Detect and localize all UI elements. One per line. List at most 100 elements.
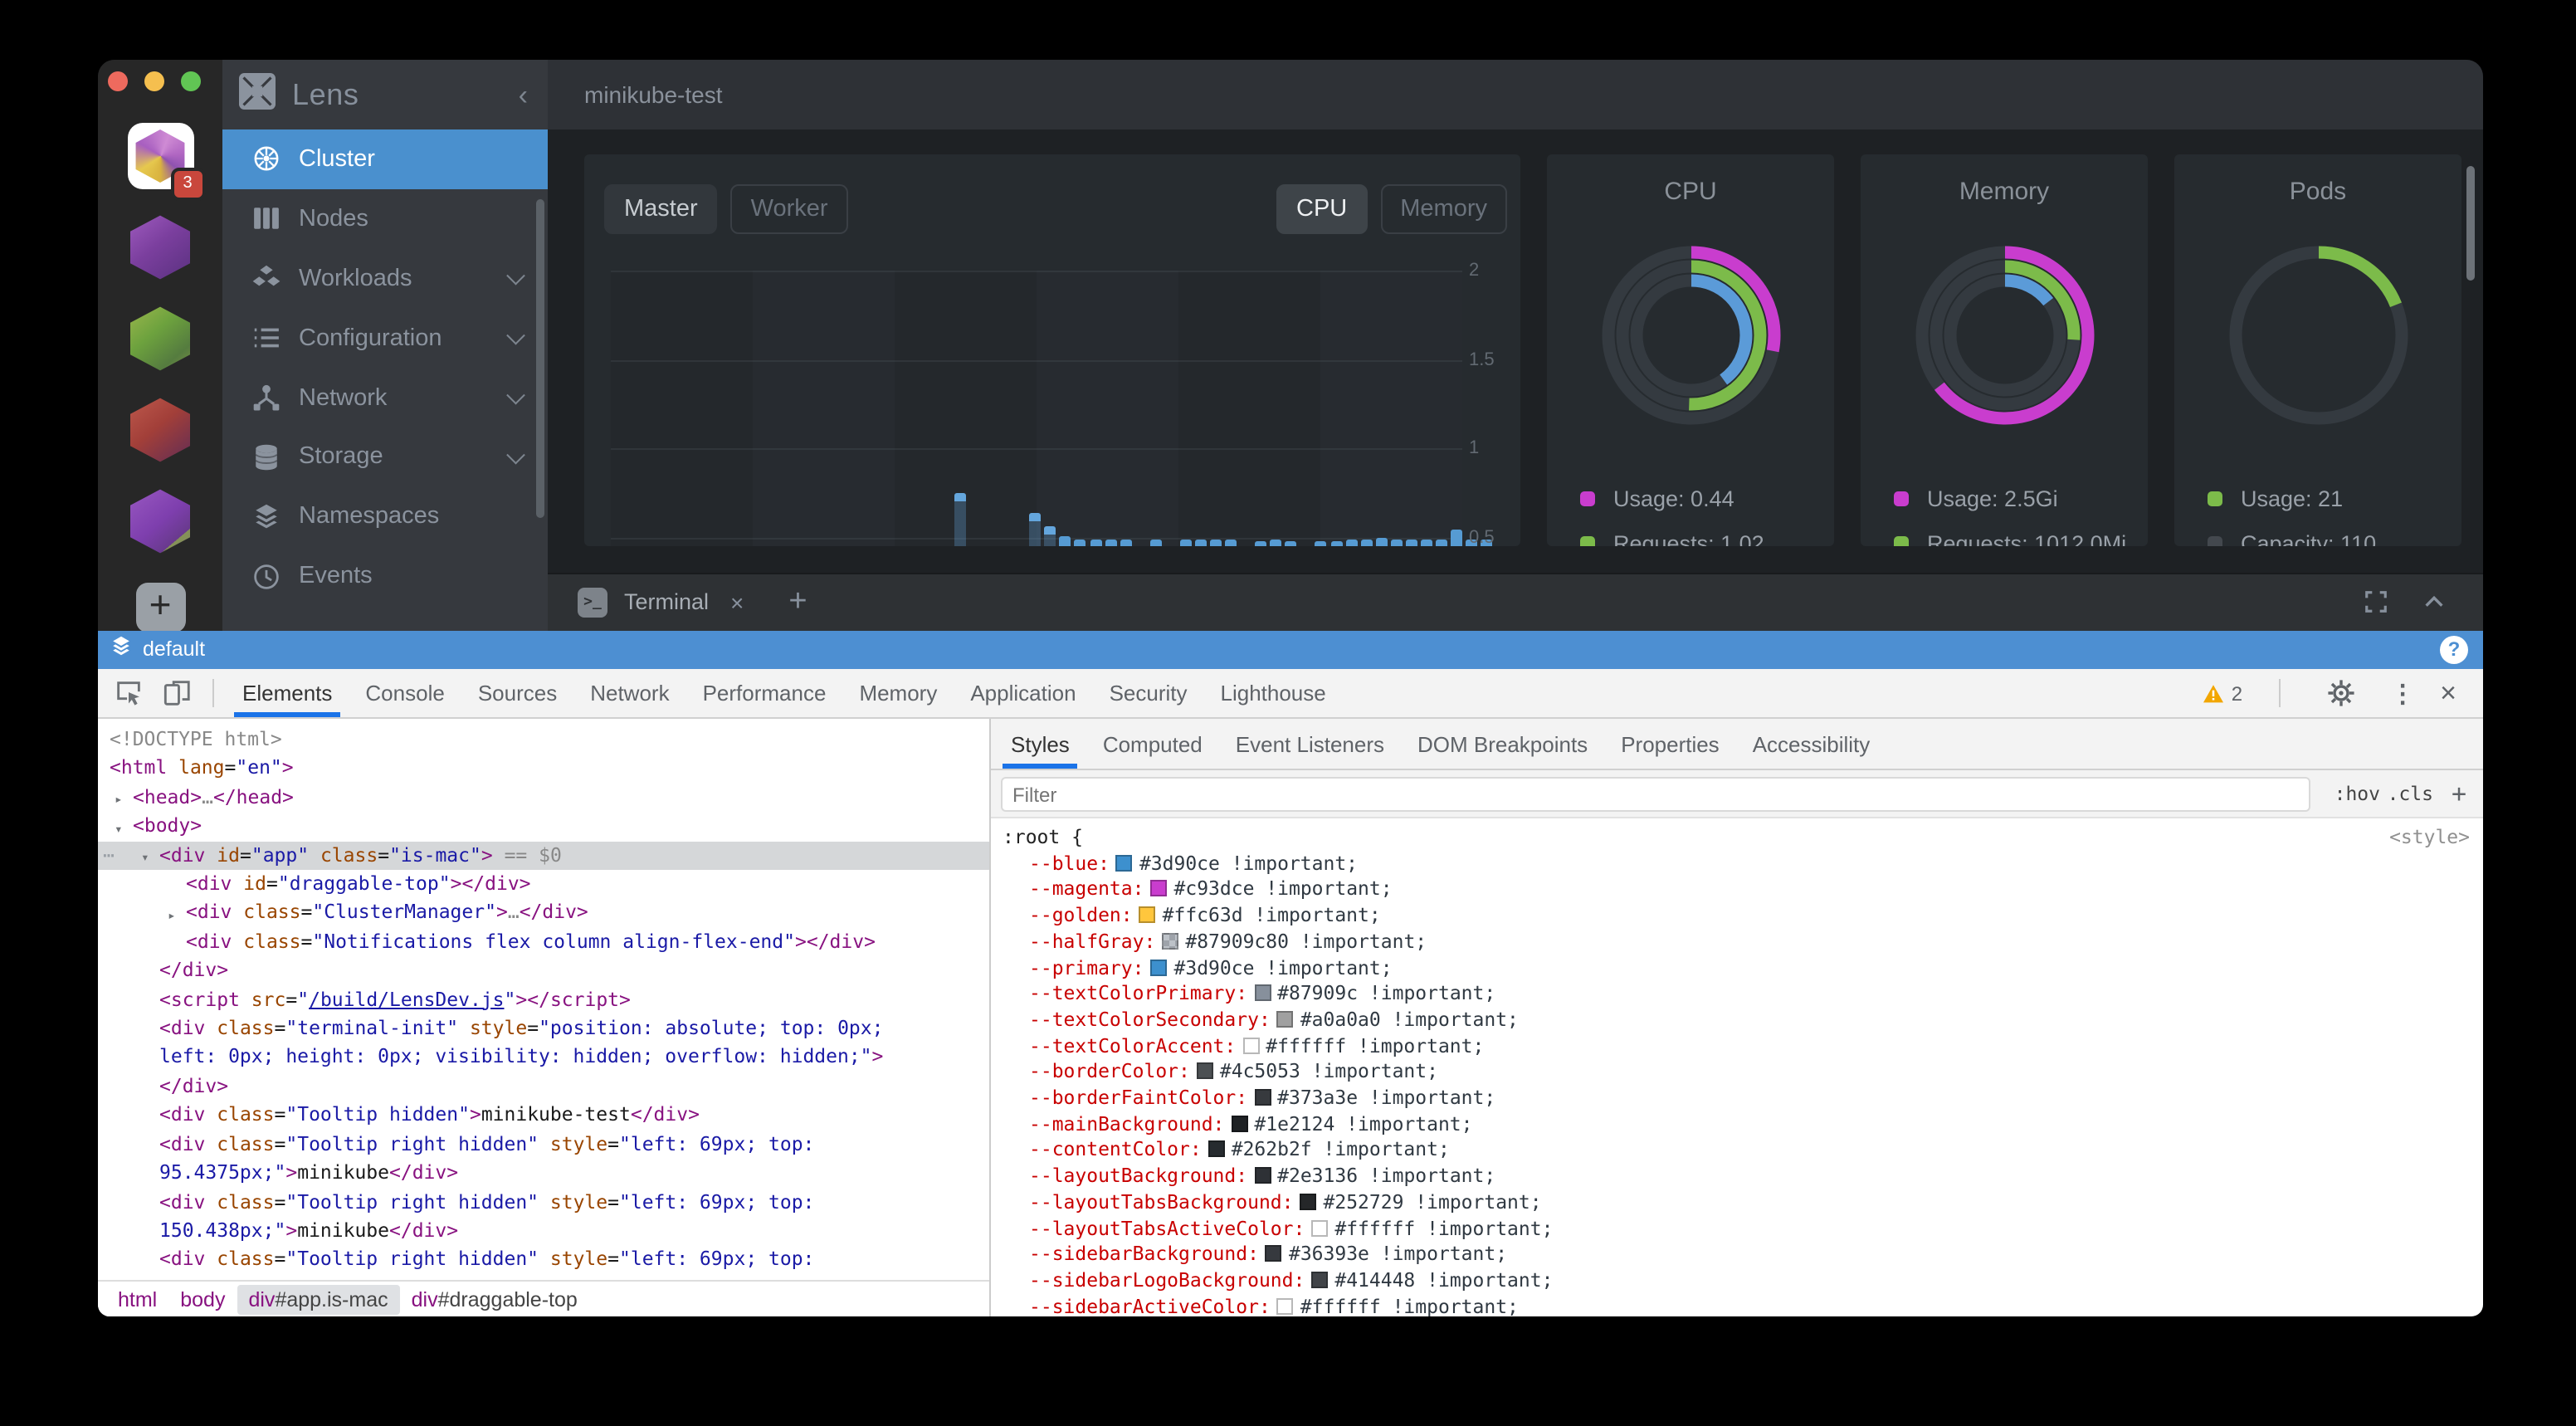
dom-node[interactable]: 95.4375px;">minikube</div> [98, 1159, 989, 1188]
devtools-tab-application[interactable]: Application [954, 669, 1092, 717]
sidebar-item-nodes[interactable]: Nodes [222, 189, 548, 249]
color-swatch[interactable] [1311, 1272, 1328, 1288]
expand-arrow-closed-icon[interactable]: ▸ [168, 901, 176, 930]
devtools-tab-console[interactable]: Console [349, 669, 461, 717]
css-variable-layoutTabsActiveColor[interactable]: --layoutTabsActiveColor:#ffffff !importa… [1003, 1216, 2470, 1242]
css-variable-borderColor[interactable]: --borderColor:#4c5053 !important; [1003, 1060, 2470, 1086]
breadcrumb-item-html[interactable]: html [106, 1284, 168, 1314]
metric-toggle-memory-button[interactable]: Memory [1380, 184, 1507, 234]
css-variable-halfGray[interactable]: --halfGray:#87909c80 !important; [1003, 930, 2470, 955]
css-variable-primary[interactable]: --primary:#3d90ce !important; [1003, 955, 2470, 981]
content-scrollbar[interactable] [2466, 166, 2475, 281]
color-swatch[interactable] [1277, 1011, 1294, 1028]
metric-toggle-cpu-button[interactable]: CPU [1276, 184, 1367, 234]
sidebar-item-namespaces[interactable]: Namespaces [222, 487, 548, 547]
sidebar-item-network[interactable]: Network [222, 368, 548, 427]
color-swatch[interactable] [1254, 984, 1271, 1001]
sidebar-scrollbar[interactable] [536, 199, 544, 518]
devtools-tab-performance[interactable]: Performance [686, 669, 843, 717]
style-source-link[interactable]: <style> [2389, 825, 2470, 851]
toggle-class-button[interactable]: .cls [2388, 770, 2433, 817]
styles-tab-properties[interactable]: Properties [1604, 720, 1736, 768]
inspect-element-icon[interactable] [113, 677, 144, 709]
dom-node[interactable]: <div class="Notifications flex column al… [98, 928, 989, 957]
css-variable-textColorPrimary[interactable]: --textColorPrimary:#87909c !important; [1003, 981, 2470, 1007]
node-filter-worker-button[interactable]: Worker [731, 184, 848, 234]
devtools-tab-sources[interactable]: Sources [461, 669, 573, 717]
cluster-icon-4[interactable] [127, 397, 193, 463]
node-overflow-menu[interactable]: ⋯ [103, 841, 116, 870]
devtools-tab-security[interactable]: Security [1093, 669, 1204, 717]
css-variable-contentColor[interactable]: --contentColor:#262b2f !important; [1003, 1138, 2470, 1164]
dom-node[interactable]: <div class="Tooltip right hidden" style=… [98, 1246, 989, 1275]
color-swatch[interactable] [1254, 1167, 1271, 1184]
cluster-icon-5[interactable] [127, 488, 193, 554]
styles-filter-input[interactable] [1001, 777, 2310, 812]
css-variable-magenta[interactable]: --magenta:#c93dce !important; [1003, 877, 2470, 903]
css-variable-textColorSecondary[interactable]: --textColorSecondary:#a0a0a0 !important; [1003, 1008, 2470, 1033]
dom-node[interactable]: <!DOCTYPE html> [98, 725, 989, 755]
new-style-rule-button[interactable]: + [2452, 770, 2466, 817]
color-swatch[interactable] [1254, 1089, 1271, 1106]
devtools-close-icon[interactable]: × [2440, 676, 2456, 710]
sidebar-item-cluster[interactable]: Cluster [222, 129, 548, 189]
expand-arrow-closed-icon[interactable]: ▸ [115, 786, 123, 815]
dom-node[interactable]: <script src="/build/LensDev.js"></script… [98, 985, 989, 1014]
kebab-menu-icon[interactable]: ⋮ [2390, 678, 2415, 708]
cluster-icon-active[interactable]: 3 [127, 123, 193, 189]
breadcrumb-item-div-draggable-top[interactable]: div#draggable-top [400, 1284, 589, 1314]
color-swatch[interactable] [1116, 854, 1133, 871]
dom-node[interactable]: <div class="terminal-init" style="positi… [98, 1014, 989, 1043]
dom-node-selected[interactable]: ⋯▾<div id="app" class="is-mac"> == $0 [98, 841, 989, 870]
color-swatch[interactable] [1231, 1115, 1247, 1131]
css-variable-blue[interactable]: --blue:#3d90ce !important; [1003, 851, 2470, 877]
cluster-icon-2[interactable] [127, 214, 193, 281]
devtools-tab-memory[interactable]: Memory [842, 669, 954, 717]
css-variable-layoutBackground[interactable]: --layoutBackground:#2e3136 !important; [1003, 1164, 2470, 1189]
expand-arrow-open-icon[interactable]: ▾ [115, 814, 123, 843]
css-variable-mainBackground[interactable]: --mainBackground:#1e2124 !important; [1003, 1111, 2470, 1137]
elements-tree[interactable]: <!DOCTYPE html><html lang="en">▸<head>…<… [98, 719, 989, 1280]
node-filter-master-button[interactable]: Master [604, 184, 718, 234]
css-variable-sidebarBackground[interactable]: --sidebarBackground:#36393e !important; [1003, 1243, 2470, 1268]
styles-tab-event-listeners[interactable]: Event Listeners [1219, 720, 1401, 768]
css-variable-sidebarActiveColor[interactable]: --sidebarActiveColor:#ffffff !important; [1003, 1294, 2470, 1316]
devtools-tab-lighthouse[interactable]: Lighthouse [1204, 669, 1343, 717]
color-swatch[interactable] [1208, 1141, 1225, 1158]
styles-tab-styles[interactable]: Styles [994, 720, 1086, 768]
dom-node[interactable]: <div class="Tooltip hidden">minikube-tes… [98, 1101, 989, 1131]
expand-arrow-open-icon[interactable]: ▾ [141, 843, 149, 872]
dom-node[interactable]: <div id="draggable-top"></div> [98, 870, 989, 899]
dom-node[interactable]: 150.438px;">minikube</div> [98, 1217, 989, 1246]
terminal-add-icon[interactable]: + [788, 584, 807, 621]
color-swatch[interactable] [1151, 959, 1168, 975]
sidebar-item-configuration[interactable]: Configuration [222, 308, 548, 368]
dom-node[interactable]: ▾<body> [98, 812, 989, 841]
terminal-tab[interactable]: Terminal [624, 590, 709, 615]
terminal-collapse-icon[interactable] [2422, 590, 2447, 615]
dom-node[interactable]: </div> [98, 957, 989, 986]
css-variable-textColorAccent[interactable]: --textColorAccent:#ffffff !important; [1003, 1033, 2470, 1059]
color-swatch[interactable] [1266, 1246, 1282, 1262]
css-variable-borderFaintColor[interactable]: --borderFaintColor:#373a3e !important; [1003, 1086, 2470, 1111]
styles-tab-accessibility[interactable]: Accessibility [1736, 720, 1887, 768]
devtools-tab-elements[interactable]: Elements [226, 669, 349, 717]
settings-gear-icon[interactable] [2325, 677, 2357, 709]
color-swatch[interactable] [1311, 1219, 1328, 1236]
console-warnings-badge[interactable]: 2 [2203, 681, 2242, 705]
terminal-fullscreen-icon[interactable] [2364, 590, 2388, 615]
sidebar-item-workloads[interactable]: Workloads [222, 249, 548, 309]
zoom-window-button[interactable] [181, 71, 201, 91]
devtools-tab-network[interactable]: Network [573, 669, 685, 717]
css-variable-golden[interactable]: --golden:#ffc63d !important; [1003, 903, 2470, 929]
dom-node[interactable]: left: 0px; height: 0px; visibility: hidd… [98, 1043, 989, 1072]
dom-node[interactable]: <div class="Tooltip right hidden" style=… [98, 1130, 989, 1159]
color-swatch[interactable] [1162, 933, 1178, 950]
terminal-close-icon[interactable]: × [730, 589, 744, 616]
cluster-icon-3[interactable] [127, 305, 193, 372]
color-swatch[interactable] [1197, 1063, 1213, 1080]
device-toolbar-icon[interactable] [161, 677, 193, 709]
dom-node[interactable]: </div> [98, 1072, 989, 1101]
css-variable-sidebarLogoBackground[interactable]: --sidebarLogoBackground:#414448 !importa… [1003, 1268, 2470, 1294]
dom-node[interactable]: ▸<head>…</head> [98, 784, 989, 813]
